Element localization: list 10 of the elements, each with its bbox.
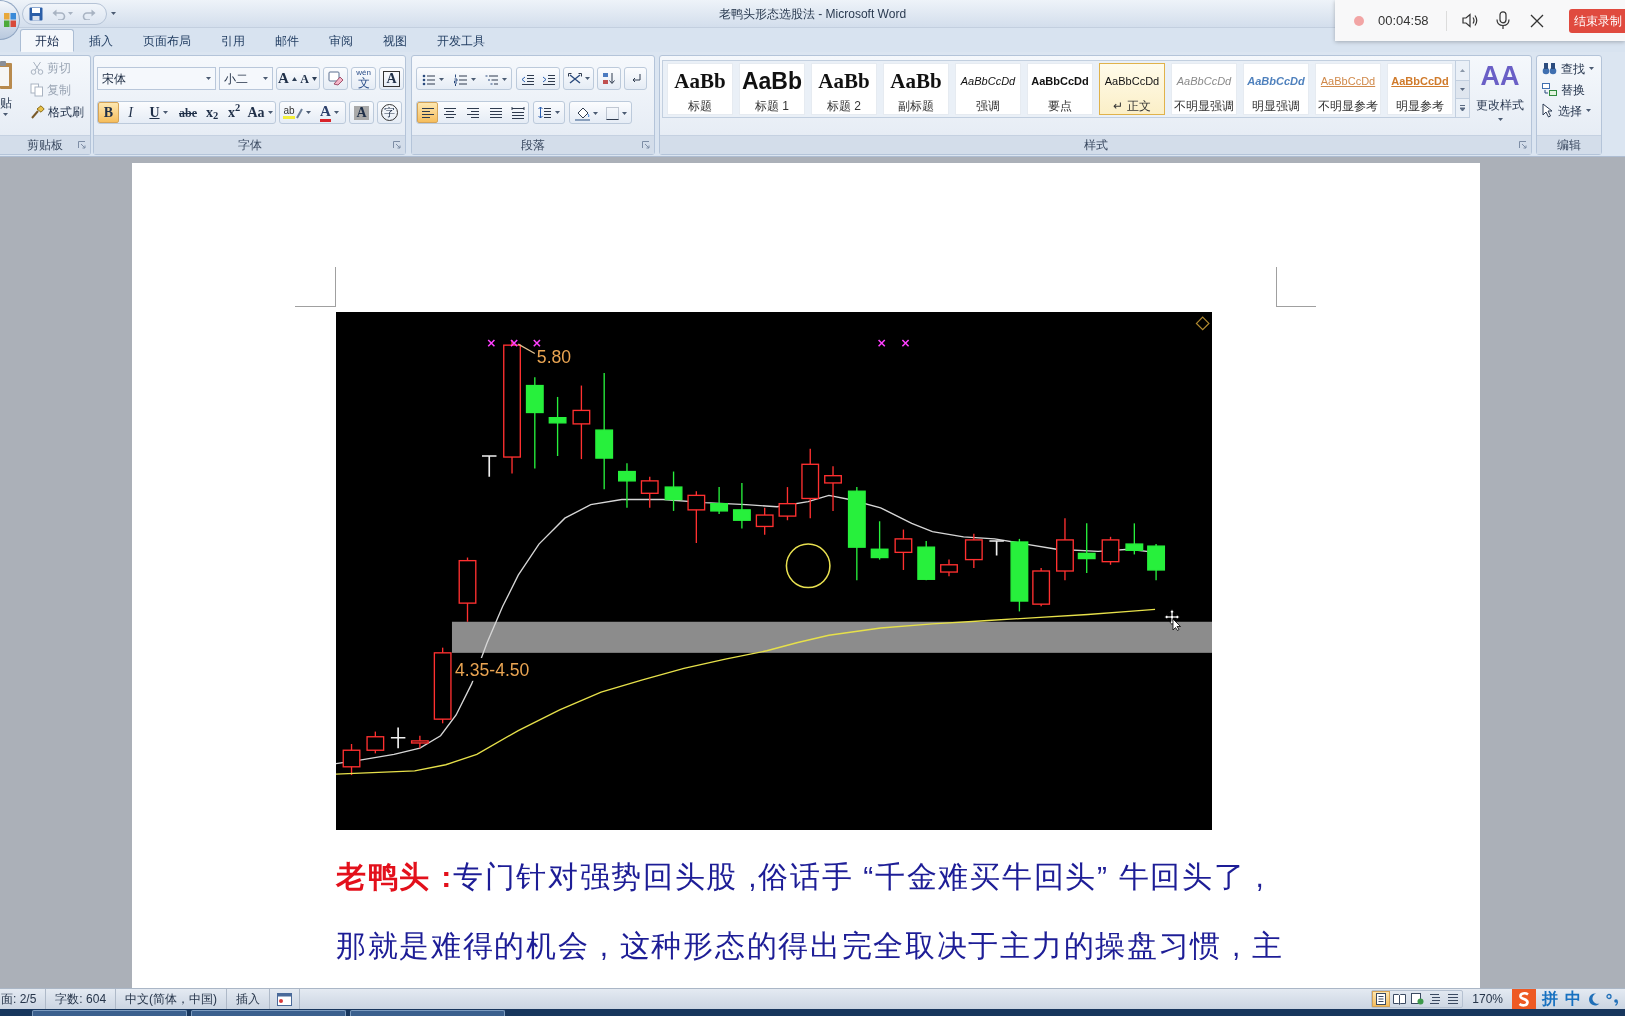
- body-paragraph: 老鸭头 :专门针对强势回头股 ,俗话手 “千金难买牛回头” 牛回头了 , 那就是难得的机会 , 这种形态的得出完全取决于主力的操盘习惯 , 主: [336, 859, 1285, 964]
- group-label: 样式: [1083, 139, 1108, 151]
- group-label: 字体: [237, 139, 262, 151]
- recording-timer: 00:04:58: [1378, 11, 1429, 30]
- price-label: 5.80: [536, 346, 572, 367]
- group-label: 编辑: [1557, 139, 1581, 151]
- range-label: 4.35-4.50: [455, 659, 530, 680]
- window-title: 老鸭头形态选股法 - Microsoft Word: [718, 5, 907, 23]
- group-label: 段落: [521, 139, 545, 151]
- group-label: 剪贴板: [27, 139, 63, 151]
